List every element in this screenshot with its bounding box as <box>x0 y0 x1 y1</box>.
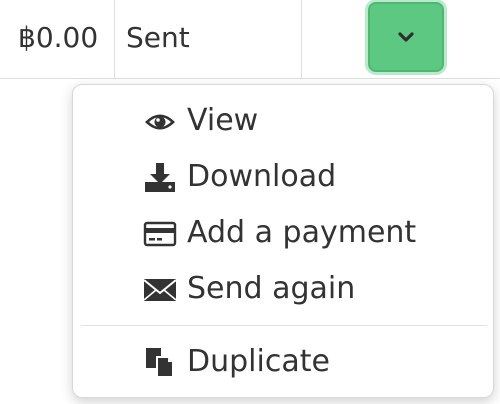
table-row: ฿0.00 Sent <box>0 0 500 79</box>
menu-item-label: View <box>187 103 259 138</box>
menu-item-download[interactable]: Download <box>73 150 493 204</box>
credit-card-icon <box>143 219 177 249</box>
column-divider <box>301 0 302 78</box>
download-icon <box>143 163 177 193</box>
menu-item-label: Add a payment <box>187 215 417 250</box>
eye-icon <box>143 107 177 137</box>
menu-item-label: Duplicate <box>187 344 330 379</box>
amount-cell: ฿0.00 <box>18 21 99 54</box>
menu-item-send-again[interactable]: Send again <box>73 262 493 316</box>
envelope-icon <box>143 275 177 305</box>
menu-item-label: Send again <box>187 271 356 306</box>
column-divider <box>114 0 115 78</box>
menu-item-label: Download <box>187 159 337 194</box>
menu-divider <box>81 325 487 326</box>
actions-dropdown-button[interactable] <box>368 2 444 72</box>
actions-dropdown-menu: View Download Add a payment Send again D… <box>72 84 494 398</box>
menu-item-add-payment[interactable]: Add a payment <box>73 206 493 260</box>
status-cell: Sent <box>126 21 190 54</box>
menu-item-view[interactable]: View <box>73 94 493 148</box>
copy-icon <box>143 348 177 378</box>
chevron-down-icon <box>398 32 414 42</box>
menu-item-duplicate[interactable]: Duplicate <box>73 335 493 389</box>
